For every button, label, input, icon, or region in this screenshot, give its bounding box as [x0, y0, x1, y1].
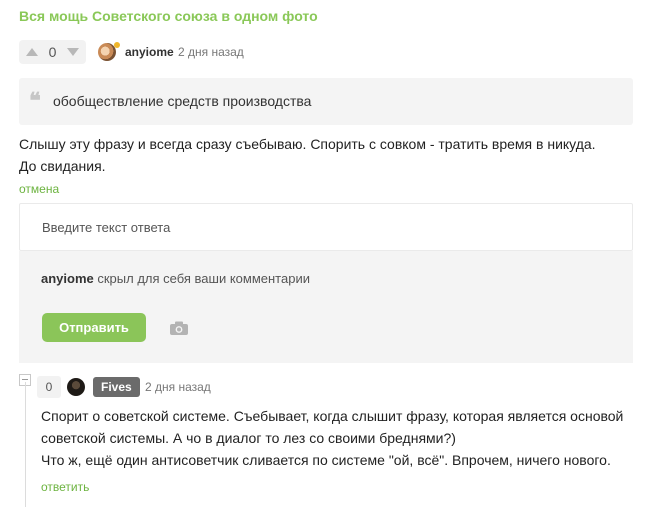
- vote-count: 0: [37, 376, 61, 398]
- reply-time[interactable]: 2 дня назад: [145, 380, 211, 394]
- reply-input-placeholder: Введите текст ответа: [42, 220, 171, 235]
- comment-time[interactable]: 2 дня назад: [178, 45, 244, 59]
- reply-panel: anyiome скрыл для себя ваши комментарии …: [19, 251, 633, 363]
- quote-text: обобществление средств производства: [53, 93, 312, 109]
- reply-author-badge[interactable]: Fives: [93, 377, 140, 397]
- cancel-link[interactable]: отмена: [19, 182, 59, 196]
- quote-icon: ❝: [29, 88, 41, 114]
- hidden-notice: anyiome скрыл для себя ваши комментарии: [41, 271, 310, 286]
- comment-body: Слышу эту фразу и всегда сразу съебываю.…: [19, 133, 629, 177]
- comment-author[interactable]: anyiome: [125, 45, 174, 59]
- avatar[interactable]: [67, 378, 85, 396]
- comment-line: До свидания.: [19, 158, 106, 174]
- reply-line: советской системы. А чо в диалог то лез …: [41, 430, 456, 446]
- vote-count: 0: [48, 44, 57, 60]
- thread-line[interactable]: [25, 382, 26, 507]
- online-status-dot: [114, 42, 120, 48]
- arrow-down-icon[interactable]: [66, 48, 79, 56]
- arrow-up-icon[interactable]: [26, 48, 38, 56]
- reply-link[interactable]: ответить: [41, 480, 89, 494]
- send-button[interactable]: Отправить: [42, 313, 146, 342]
- reply-form: Введите текст ответа anyiome скрыл для с…: [19, 203, 633, 363]
- reply-line: Спорит о советской системе. Съебывает, к…: [41, 408, 624, 424]
- hidden-notice-user: anyiome: [41, 271, 94, 286]
- post-title[interactable]: Вся мощь Советского союза в одном фото: [19, 8, 318, 24]
- reply-line: Что ж, ещё один антисоветчик сливается п…: [41, 452, 611, 468]
- hidden-notice-text: скрыл для себя ваши комментарии: [93, 271, 310, 286]
- quote-block: ❝ обобществление средств производства: [19, 78, 633, 125]
- reply-body: Спорит о советской системе. Съебывает, к…: [41, 405, 631, 471]
- reply-input[interactable]: Введите текст ответа: [19, 203, 633, 251]
- vote-widget: 0: [19, 40, 86, 64]
- comment-line: Слышу эту фразу и всегда сразу съебываю.…: [19, 136, 596, 152]
- camera-icon[interactable]: [170, 321, 188, 335]
